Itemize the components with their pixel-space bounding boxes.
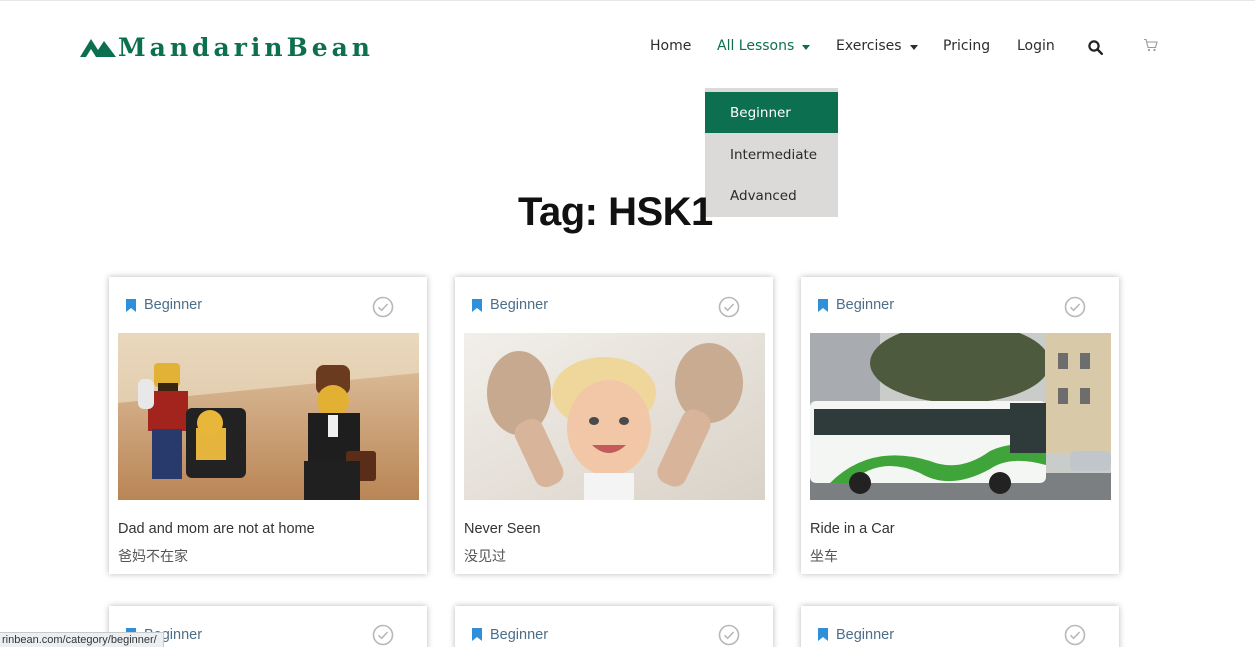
nav-all-lessons[interactable]: All Lessons	[717, 38, 811, 54]
card-category[interactable]: Beginner	[490, 627, 548, 643]
lesson-card[interactable]: Beginner	[801, 606, 1119, 647]
card-category[interactable]: Beginner	[836, 297, 894, 313]
dropdown-item-advanced[interactable]: Advanced	[705, 175, 838, 216]
card-image-child-sandy-hands[interactable]	[464, 333, 765, 500]
brand-logo[interactable]: MandarinBean	[80, 30, 374, 64]
card-category[interactable]: Beginner	[144, 297, 202, 313]
card-image-city-bus[interactable]	[810, 333, 1111, 500]
check-circle-icon[interactable]	[1064, 624, 1086, 646]
lesson-card[interactable]: Beginner Dad and mom are not at home 爸妈不…	[109, 277, 427, 574]
brand-name: MandarinBean	[118, 32, 374, 62]
card-header: Beginner	[109, 277, 427, 332]
dropdown-item-label: Advanced	[730, 187, 797, 204]
check-circle-icon[interactable]	[718, 296, 740, 318]
check-circle-icon[interactable]	[1064, 296, 1086, 318]
bookmark-icon	[126, 299, 136, 312]
nav-home[interactable]: Home	[650, 38, 691, 54]
dropdown-item-label: Beginner	[730, 104, 791, 121]
card-header: Beginner	[455, 277, 773, 332]
top-border	[0, 0, 1255, 1]
bookmark-icon	[818, 628, 828, 641]
check-circle-icon[interactable]	[372, 624, 394, 646]
card-image-lego-family[interactable]	[118, 333, 419, 500]
page-title: Tag: HSK1	[518, 190, 713, 234]
bookmark-icon	[472, 299, 482, 312]
nav-all-lessons-label: All Lessons	[717, 38, 795, 54]
lesson-card[interactable]: Beginner	[455, 606, 773, 647]
card-title[interactable]: Ride in a Car	[810, 521, 895, 537]
card-header: Beginner	[801, 277, 1119, 332]
card-subtitle: 爸妈不在家	[118, 549, 188, 565]
dropdown-item-intermediate[interactable]: Intermediate	[705, 134, 838, 175]
logo-mountain-icon	[80, 39, 116, 57]
nav-login-label: Login	[1017, 38, 1055, 54]
nav-pricing-label: Pricing	[943, 38, 991, 54]
card-category[interactable]: Beginner	[836, 627, 894, 643]
lesson-card[interactable]: Beginner Never Seen 没见过	[455, 277, 773, 574]
nav-home-label: Home	[650, 38, 692, 54]
lesson-card[interactable]: Beginner Ride in a Car 坐车	[801, 277, 1119, 574]
nav-login[interactable]: Login	[1017, 38, 1055, 54]
check-circle-icon[interactable]	[718, 624, 740, 646]
cart-icon[interactable]	[1143, 38, 1158, 52]
card-header: Beginner	[801, 606, 1119, 647]
status-bar-url: rinbean.com/category/beginner/	[0, 632, 164, 647]
bookmark-icon	[818, 299, 828, 312]
card-category[interactable]: Beginner	[490, 297, 548, 313]
chevron-down-icon	[909, 44, 918, 50]
nav-exercises-label: Exercises	[836, 38, 902, 54]
dropdown-item-label: Intermediate	[730, 146, 818, 163]
lessons-dropdown-menu: Beginner Intermediate Advanced	[705, 88, 838, 217]
card-subtitle: 没见过	[464, 549, 506, 565]
check-circle-icon[interactable]	[372, 296, 394, 318]
bookmark-icon	[472, 628, 482, 641]
dropdown-item-beginner[interactable]: Beginner	[705, 92, 838, 133]
card-title[interactable]: Dad and mom are not at home	[118, 521, 315, 537]
nav-pricing[interactable]: Pricing	[943, 38, 990, 54]
card-subtitle: 坐车	[810, 549, 838, 565]
chevron-down-icon	[802, 44, 811, 50]
search-icon[interactable]	[1088, 40, 1103, 55]
card-header: Beginner	[455, 606, 773, 647]
nav-exercises[interactable]: Exercises	[836, 38, 918, 54]
card-title[interactable]: Never Seen	[464, 521, 541, 537]
